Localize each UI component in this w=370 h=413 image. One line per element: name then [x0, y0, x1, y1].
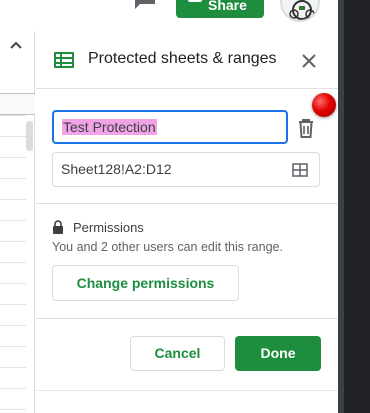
cursor-dot: [312, 93, 336, 117]
top-toolbar: Share: [0, 0, 338, 31]
permissions-description: You and 2 other users can edit this rang…: [52, 240, 283, 254]
change-permissions-button[interactable]: Change permissions: [52, 265, 239, 301]
divider: [36, 318, 338, 319]
lock-icon: [53, 220, 63, 234]
description-value: Test Protection: [62, 119, 157, 135]
cancel-button[interactable]: Cancel: [130, 336, 225, 371]
comment-icon[interactable]: [134, 0, 156, 10]
panel-header: Protected sheets & ranges: [36, 31, 338, 89]
grid-rows: [0, 115, 35, 413]
divider: [36, 390, 338, 391]
trash-icon[interactable]: [296, 118, 316, 138]
avatar[interactable]: [280, 0, 320, 22]
column-header-row: [0, 93, 35, 115]
description-input[interactable]: Test Protection: [52, 110, 288, 144]
done-button[interactable]: Done: [235, 336, 321, 371]
range-value: Sheet128!A2:D12: [61, 161, 172, 177]
panel-title: Protected sheets & ranges: [88, 50, 277, 67]
close-icon[interactable]: [300, 52, 318, 70]
people-icon: [188, 0, 202, 2]
app-window: Share Protected sheets & ranges Test Pro…: [0, 0, 370, 413]
chevron-up-icon[interactable]: [9, 40, 23, 50]
protected-ranges-panel: Protected sheets & ranges Test Protectio…: [36, 31, 338, 413]
vertical-scrollbar[interactable]: [26, 121, 33, 151]
window-edge: [338, 0, 370, 413]
range-input[interactable]: Sheet128!A2:D12: [52, 152, 320, 187]
divider: [36, 203, 338, 204]
sheets-icon: [54, 52, 74, 68]
grid-select-icon[interactable]: [292, 163, 308, 177]
spreadsheet-grid[interactable]: [0, 31, 35, 413]
share-label: Share: [208, 0, 247, 13]
avatar-image: [289, 0, 315, 20]
permissions-heading: Permissions: [73, 220, 144, 235]
share-button[interactable]: Share: [176, 0, 264, 18]
